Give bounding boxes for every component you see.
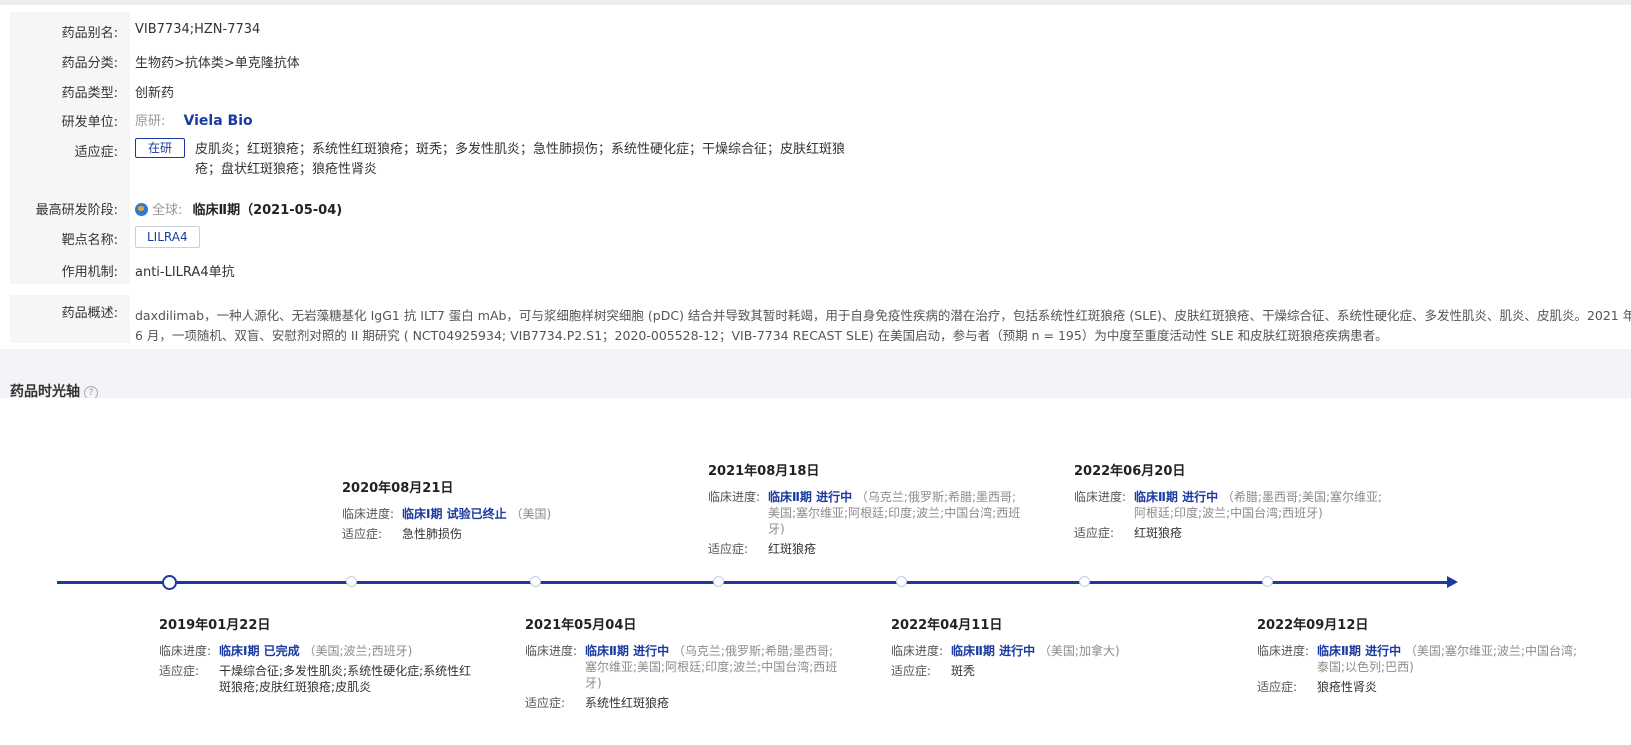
progress-label: 临床进度:: [891, 644, 944, 658]
event-date: 2022年09月12日: [1257, 618, 1369, 633]
timeline-event: 2020年08月21日 临床进度: 临床Ⅰ期 试验已终止 （美国) 适应症: 急性肺…: [342, 477, 662, 546]
timeline-event: 2019年01月22日 临床进度: 临床Ⅰ期 已完成 （美国;波兰;西班牙) 适应…: [159, 614, 479, 699]
indication-label: 适应症:: [159, 664, 200, 678]
event-countries: （美国): [510, 507, 552, 521]
target-value: LILRA4: [135, 226, 200, 248]
timeline-node[interactable]: [1262, 576, 1273, 587]
phase-region: 全球:: [152, 203, 183, 218]
indication-line-2: 疮；盘状红斑狼疮；狼疮性肾炎: [195, 162, 378, 177]
progress-label: 临床进度:: [525, 644, 578, 658]
event-indication: 干燥综合征;多发性肌炎;系统性硬化症;系统性红斑狼疮;皮肤红斑狼疮;皮肌炎: [219, 664, 472, 694]
event-indication: 斑秃: [951, 664, 976, 678]
globe-icon: [135, 203, 148, 216]
indication-line-1: 皮肌炎；红斑狼疮；系统性红斑狼疮；斑秃；多发性肌炎；急性肺损伤；系统性硬化症；干…: [195, 142, 846, 157]
timeline-event: 2022年09月12日 临床进度: 临床Ⅱ期 进行中 （美国;塞尔维亚;波兰;中国…: [1257, 614, 1587, 699]
indication-label: 适应症:: [525, 696, 566, 710]
indication-label: 适应症:: [708, 542, 749, 556]
event-stage: 临床Ⅰ期 已完成: [219, 644, 300, 658]
event-countries: （美国;加拿大): [1038, 644, 1120, 658]
developer-prefix: 原研:: [135, 114, 166, 129]
progress-label: 临床进度:: [342, 507, 395, 521]
progress-label: 临床进度:: [1074, 490, 1127, 504]
event-indication: 急性肺损伤: [402, 527, 463, 541]
alias-label: 药品别名:: [61, 26, 118, 41]
event-date: 2020年08月21日: [342, 481, 454, 496]
timeline-node[interactable]: [1079, 576, 1090, 587]
indication-label: 适应症:: [1257, 680, 1298, 694]
event-stage: 临床Ⅰ期 试验已终止: [402, 507, 507, 521]
timeline-node[interactable]: [346, 576, 357, 587]
overview-text: daxdilimab，一种人源化、无岩藻糖基化 IgG1 抗 ILT7 蛋白 m…: [135, 306, 1631, 346]
event-stage: 临床Ⅱ期 进行中: [585, 644, 670, 658]
event-indication: 系统性红斑狼疮: [585, 696, 670, 710]
indication-status-tag: 在研: [135, 138, 186, 158]
indication-label: 适应症:: [1074, 526, 1115, 540]
type-value: 创新药: [135, 86, 175, 101]
category-value: 生物药>抗体类>单克隆抗体: [135, 56, 300, 71]
progress-label: 临床进度:: [708, 490, 761, 504]
timeline-event: 2021年05月04日 临床进度: 临床Ⅱ期 进行中 （乌克兰;俄罗斯;希腊;墨西…: [525, 614, 845, 715]
overview-line-2: 6 月，一项随机、双盲、安慰剂对照的 II 期研究 ( NCT04925934;…: [135, 328, 1388, 343]
event-stage: 临床Ⅱ期 进行中: [768, 490, 853, 504]
alias-value: VIB7734;HZN-7734: [135, 22, 261, 37]
overview-label: 药品概述:: [61, 306, 118, 321]
mechanism-label: 作用机制:: [61, 265, 118, 280]
overview-line-1: daxdilimab，一种人源化、无岩藻糖基化 IgG1 抗 ILT7 蛋白 m…: [135, 308, 1631, 323]
event-stage: 临床Ⅱ期 进行中: [1134, 490, 1219, 504]
developer-link[interactable]: Viela Bio: [184, 113, 253, 129]
timeline-node[interactable]: [162, 575, 177, 590]
timeline-event: 2022年06月20日 临床进度: 临床Ⅱ期 进行中 （希腊;墨西哥;美国;塞尔维…: [1074, 460, 1394, 545]
timeline-event: 2021年08月18日 临床进度: 临床Ⅱ期 进行中 （乌克兰;俄罗斯;希腊;墨西…: [708, 460, 1028, 561]
progress-label: 临床进度:: [1257, 644, 1310, 658]
event-stage: 临床Ⅱ期 进行中: [1317, 644, 1402, 658]
developer-label: 研发单位:: [61, 115, 118, 130]
timeline-arrow-icon: [1447, 576, 1458, 588]
event-indication: 狼疮性肾炎: [1317, 680, 1378, 694]
event-date: 2022年06月20日: [1074, 464, 1186, 479]
phase-label: 最高研发阶段:: [35, 203, 118, 218]
timeline-node[interactable]: [530, 576, 541, 587]
phase-value: 全球: 临床Ⅱ期（2021-05-04): [135, 199, 342, 218]
phase-text: 临床Ⅱ期（2021-05-04): [192, 203, 343, 218]
type-label: 药品类型:: [61, 86, 118, 101]
category-label: 药品分类:: [61, 56, 118, 71]
timeline-axis: [57, 581, 1449, 584]
mechanism-value: anti-LILRA4单抗: [135, 265, 235, 280]
event-date: 2022年04月11日: [891, 618, 1003, 633]
timeline-event: 2022年04月11日 临床进度: 临床Ⅱ期 进行中 （美国;加拿大) 适应症: 斑…: [891, 614, 1211, 683]
timeline-node[interactable]: [713, 576, 724, 587]
event-date: 2021年08月18日: [708, 464, 820, 479]
event-indication: 红斑狼疮: [768, 542, 817, 556]
target-label: 靶点名称:: [61, 233, 118, 248]
indication-label: 适应症:: [342, 527, 383, 541]
indication-list: 皮肌炎；红斑狼疮；系统性红斑狼疮；斑秃；多发性肌炎；急性肺损伤；系统性硬化症；干…: [195, 140, 845, 180]
target-tag[interactable]: LILRA4: [135, 226, 200, 248]
progress-label: 临床进度:: [159, 644, 212, 658]
event-date: 2021年05月04日: [525, 618, 637, 633]
event-stage: 临床Ⅱ期 进行中: [951, 644, 1036, 658]
event-countries: （美国;波兰;西班牙): [303, 644, 413, 658]
timeline-node[interactable]: [896, 576, 907, 587]
indication-label: 适应症:: [891, 664, 932, 678]
event-date: 2019年01月22日: [159, 618, 271, 633]
developer-value: 原研: Viela Bio: [135, 110, 253, 129]
event-indication: 红斑狼疮: [1134, 526, 1183, 540]
in-research-tag: 在研: [135, 138, 186, 158]
indication-label: 适应症:: [74, 145, 118, 160]
